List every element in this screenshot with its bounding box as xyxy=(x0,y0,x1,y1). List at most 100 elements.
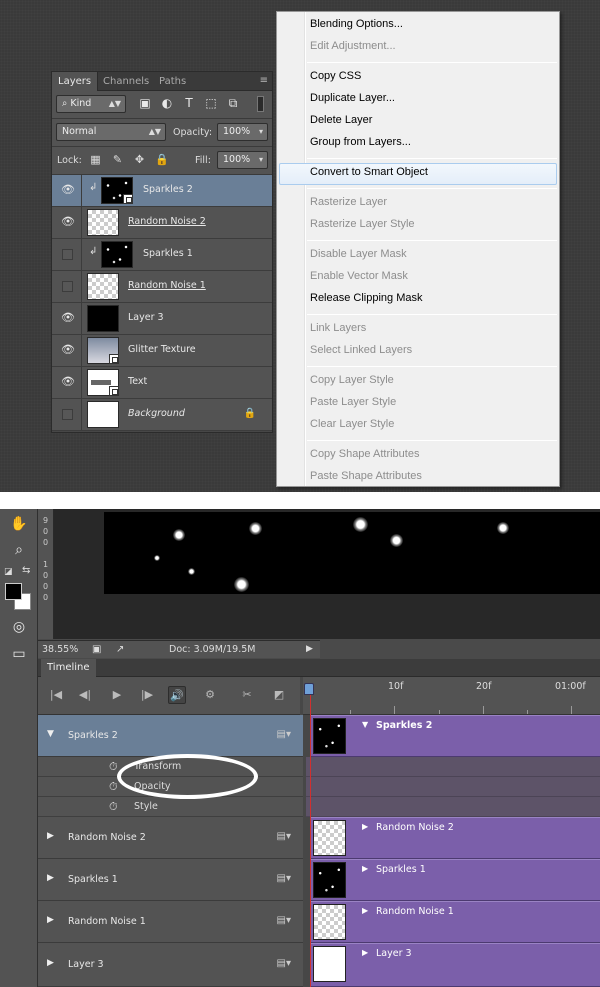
property-track[interactable] xyxy=(306,777,600,797)
layer-row[interactable]: Random Noise 1 xyxy=(52,271,272,303)
blend-mode-dropdown[interactable]: Normal ▲▼ xyxy=(56,123,166,141)
menu-item-copy-css[interactable]: Copy CSS xyxy=(310,70,361,82)
track-clip[interactable]: ▶ Layer 3 xyxy=(310,943,600,987)
document-image[interactable] xyxy=(104,512,600,594)
transition-icon[interactable]: ◩ xyxy=(270,686,288,704)
menu-item-paste-layer-style[interactable]: Paste Layer Style xyxy=(310,396,396,408)
menu-item-edit-adjustment[interactable]: Edit Adjustment... xyxy=(310,40,396,52)
menu-item-select-linked-layers[interactable]: Select Linked Layers xyxy=(310,344,412,356)
visibility-toggle[interactable]: 👁 xyxy=(52,335,82,366)
settings-gear-icon[interactable]: ⚙ xyxy=(201,686,219,704)
collapse-triangle-icon[interactable]: ▼ xyxy=(47,729,54,739)
next-frame-icon[interactable]: |▶ xyxy=(138,686,156,704)
visibility-toggle[interactable]: 👁 xyxy=(52,207,82,238)
audio-icon[interactable]: 🔊 xyxy=(168,686,186,704)
smart-object-filter-icon[interactable]: ⧉ xyxy=(226,96,240,110)
clip-triangle-icon[interactable]: ▶ xyxy=(362,948,368,957)
track-header[interactable]: ▶ Sparkles 1 ▤▾ xyxy=(38,859,303,901)
clip-triangle-icon[interactable]: ▼ xyxy=(362,720,368,729)
visibility-toggle[interactable] xyxy=(52,239,82,270)
property-track[interactable] xyxy=(306,797,600,817)
menu-item-copy-layer-style[interactable]: Copy Layer Style xyxy=(310,374,394,386)
screen-mode-icon[interactable]: ▭ xyxy=(9,644,29,664)
clip-triangle-icon[interactable]: ▶ xyxy=(362,906,368,915)
layer-row[interactable]: ↲ Sparkles 1 xyxy=(52,239,272,271)
previous-frame-icon[interactable]: ◀| xyxy=(76,686,94,704)
filmstrip-menu-icon[interactable]: ▤▾ xyxy=(277,958,291,969)
menu-item-rasterize-layer[interactable]: Rasterize Layer xyxy=(310,196,387,208)
track-clip[interactable]: ▶ Random Noise 2 xyxy=(310,817,600,859)
filmstrip-menu-icon[interactable]: ▤▾ xyxy=(277,831,291,842)
swap-colors-icon[interactable]: ⇆ xyxy=(22,565,30,576)
adjustment-filter-icon[interactable]: ◐ xyxy=(160,96,174,110)
opacity-field[interactable]: 100% ▾ xyxy=(217,123,268,141)
menu-item-rasterize-layer-style[interactable]: Rasterize Layer Style xyxy=(310,218,415,230)
track-header[interactable]: ▶ Random Noise 2 ▤▾ xyxy=(38,817,303,859)
visibility-toggle[interactable]: 👁 xyxy=(52,303,82,334)
lock-transparent-icon[interactable]: ▦ xyxy=(89,153,102,166)
menu-item-group-from-layers[interactable]: Group from Layers... xyxy=(310,136,411,148)
expand-triangle-icon[interactable]: ▶ xyxy=(47,873,54,883)
property-row[interactable]: ⏱ Style xyxy=(38,797,303,817)
visibility-toggle[interactable]: 👁 xyxy=(52,175,82,206)
visibility-toggle[interactable] xyxy=(52,271,82,302)
menu-item-delete-layer[interactable]: Delete Layer xyxy=(310,114,372,126)
property-track[interactable] xyxy=(306,757,600,777)
lock-image-icon[interactable]: ✎ xyxy=(111,153,124,166)
tab-timeline[interactable]: Timeline xyxy=(41,659,96,677)
visibility-toggle[interactable]: 👁 xyxy=(52,367,82,398)
share-icon[interactable]: ↗ xyxy=(116,641,124,658)
zoom-level[interactable]: 38.55% xyxy=(42,641,78,658)
menu-item-clear-layer-style[interactable]: Clear Layer Style xyxy=(310,418,394,430)
status-icon[interactable]: ▣ xyxy=(92,641,101,658)
filter-toggle[interactable] xyxy=(257,96,264,112)
quick-mask-icon[interactable]: ◎ xyxy=(9,617,29,637)
filmstrip-menu-icon[interactable]: ▤▾ xyxy=(277,873,291,884)
tab-channels[interactable]: Channels xyxy=(97,72,155,91)
track-clip[interactable]: ▶ Random Noise 1 xyxy=(310,901,600,943)
zoom-tool-icon[interactable]: ⌕ xyxy=(9,540,29,560)
playhead-handle[interactable] xyxy=(304,683,314,695)
menu-item-blending-options[interactable]: Blending Options... xyxy=(310,18,403,30)
menu-item-convert-to-smart-object[interactable]: Convert to Smart Object xyxy=(310,166,428,178)
menu-item-enable-vector-mask[interactable]: Enable Vector Mask xyxy=(310,270,408,282)
layer-row[interactable]: Background 🔒 xyxy=(52,399,272,431)
menu-item-copy-shape-attributes[interactable]: Copy Shape Attributes xyxy=(310,448,419,460)
clip-triangle-icon[interactable]: ▶ xyxy=(362,822,368,831)
track-header[interactable]: ▼ Sparkles 2 ▤▾ xyxy=(38,715,303,757)
foreground-color-swatch[interactable] xyxy=(5,583,22,600)
layer-row[interactable]: 👁 Random Noise 2 xyxy=(52,207,272,239)
status-menu-arrow-icon[interactable]: ▶ xyxy=(306,641,313,658)
layer-row[interactable]: 👁 Text xyxy=(52,367,272,399)
menu-item-duplicate-layer[interactable]: Duplicate Layer... xyxy=(310,92,395,104)
default-colors-icon[interactable]: ◪ xyxy=(4,567,13,577)
panel-menu-icon[interactable]: ≡ xyxy=(260,75,268,86)
type-filter-icon[interactable]: T xyxy=(182,96,196,110)
tab-layers[interactable]: Layers xyxy=(52,72,99,91)
filmstrip-menu-icon[interactable]: ▤▾ xyxy=(277,729,291,740)
lock-all-icon[interactable]: 🔒 xyxy=(155,153,169,166)
visibility-toggle[interactable] xyxy=(52,399,82,430)
expand-triangle-icon[interactable]: ▶ xyxy=(47,915,54,925)
split-scissors-icon[interactable]: ✂ xyxy=(238,686,256,704)
pixel-filter-icon[interactable]: ▣ xyxy=(138,96,152,110)
playhead-line[interactable] xyxy=(310,695,311,987)
menu-item-release-clipping-mask[interactable]: Release Clipping Mask xyxy=(310,292,423,304)
track-header[interactable]: ▶ Random Noise 1 ▤▾ xyxy=(38,901,303,943)
layer-row[interactable]: 👁 ↲ Sparkles 2 xyxy=(52,175,272,207)
stopwatch-icon[interactable]: ⏱ xyxy=(109,800,118,814)
expand-triangle-icon[interactable]: ▶ xyxy=(47,958,54,968)
layer-row[interactable]: 👁 Layer 3 xyxy=(52,303,272,335)
menu-item-link-layers[interactable]: Link Layers xyxy=(310,322,366,334)
filter-kind-dropdown[interactable]: ⌕ Kind ▲▼ xyxy=(56,95,126,113)
shape-filter-icon[interactable]: ⬚ xyxy=(204,96,218,110)
stopwatch-icon[interactable]: ⏱ xyxy=(109,780,118,794)
timeline-ruler[interactable]: 10f 20f 01:00f xyxy=(303,677,600,715)
track-header[interactable]: ▶ Layer 3 ▤▾ xyxy=(38,943,303,987)
track-clip[interactable]: ▶ Sparkles 1 xyxy=(310,859,600,901)
fill-field[interactable]: 100% ▾ xyxy=(217,151,268,169)
track-clip[interactable]: ▼ Sparkles 2 xyxy=(310,715,600,757)
expand-triangle-icon[interactable]: ▶ xyxy=(47,831,54,841)
play-icon[interactable]: ▶ xyxy=(108,686,126,704)
hand-tool-icon[interactable]: ✋ xyxy=(9,514,29,534)
